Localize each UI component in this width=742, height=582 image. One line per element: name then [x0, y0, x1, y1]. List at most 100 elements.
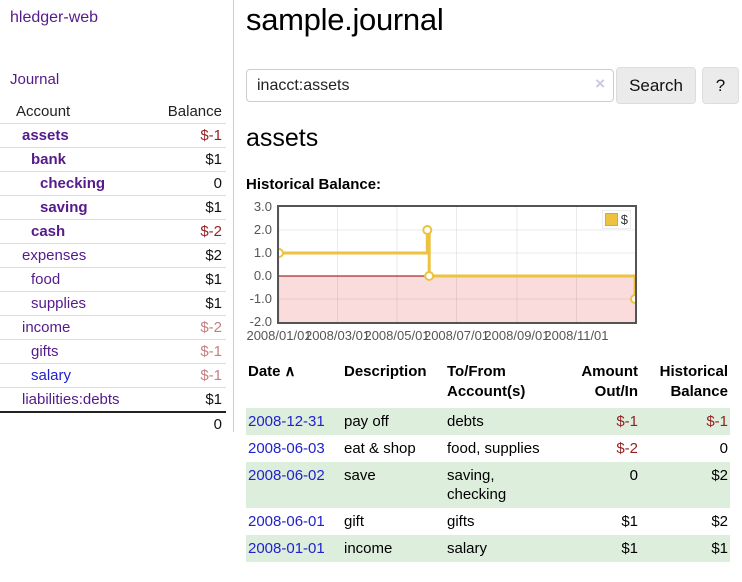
app-brand-link[interactable]: hledger-web: [10, 9, 98, 27]
account-balance: $-2: [140, 220, 226, 244]
account-link-salary[interactable]: salary: [31, 367, 71, 384]
x-axis-tick-label: 2008/11/01: [544, 328, 608, 343]
transaction-date-link[interactable]: 2008-06-01: [246, 513, 325, 530]
register-header-amount: Amount Out/In: [552, 358, 640, 408]
transaction-amount: $-2: [552, 435, 640, 462]
account-balance: 0: [140, 172, 226, 196]
transaction-balance: $2: [640, 508, 730, 535]
transaction-balance: $2: [640, 462, 730, 508]
register-header-date[interactable]: Date∧: [246, 358, 344, 408]
transaction-accounts: gifts: [447, 508, 552, 535]
transaction-date-link[interactable]: 2008-06-02: [246, 467, 325, 484]
transaction-date-link[interactable]: 2008-06-03: [246, 440, 325, 457]
account-row: income $-2: [0, 316, 226, 340]
transaction-accounts: food, supplies: [447, 435, 552, 462]
account-link-gifts[interactable]: gifts: [31, 343, 59, 360]
account-row: liabilities:debts $1: [0, 388, 226, 413]
register-row: 2008-12-31 pay off debts $-1 $-1: [246, 408, 730, 435]
accounts-table: Account Balance assets $-1 bank $1 check…: [0, 100, 226, 436]
transaction-amount: 0: [552, 462, 640, 508]
accounts-header-balance: Balance: [140, 100, 226, 124]
y-axis-tick-label: 1.0: [246, 246, 272, 260]
account-row: supplies $1: [0, 292, 226, 316]
accounts-header-account: Account: [0, 100, 140, 124]
search-form: ×: [246, 67, 614, 104]
transaction-amount: $1: [552, 508, 640, 535]
account-row: gifts $-1: [0, 340, 226, 364]
account-row: assets $-1: [0, 124, 226, 148]
account-balance: $2: [140, 244, 226, 268]
account-link-assets[interactable]: assets: [22, 127, 69, 144]
y-axis-tick-label: 2.0: [246, 223, 272, 237]
transaction-description: pay off: [344, 408, 447, 435]
x-axis-tick-label: 2008/05/01: [364, 328, 429, 343]
account-row: bank $1: [0, 148, 226, 172]
sort-asc-icon: ∧: [285, 363, 296, 380]
transaction-balance: 0: [640, 435, 730, 462]
account-balance: $-1: [140, 124, 226, 148]
account-link-expenses[interactable]: expenses: [22, 247, 86, 264]
transaction-amount: $-1: [552, 408, 640, 435]
transaction-description: gift: [344, 508, 447, 535]
register-row: 2008-06-01 gift gifts $1 $2: [246, 508, 730, 535]
account-balance: $1: [140, 148, 226, 172]
account-link-bank[interactable]: bank: [31, 151, 66, 168]
transaction-description: save: [344, 462, 447, 508]
x-axis-tick-label: 2008/09/01: [484, 328, 549, 343]
register-row: 2008-01-01 income salary $1 $1: [246, 535, 730, 562]
chart-legend: $: [602, 210, 631, 229]
x-axis-tick-label: 2008/01/01: [246, 328, 311, 343]
chart-title: Historical Balance:: [246, 176, 381, 193]
help-button[interactable]: ?: [702, 67, 739, 104]
account-link-liabilities-debts[interactable]: liabilities:debts: [22, 391, 120, 408]
account-row: salary $-1: [0, 364, 226, 388]
x-axis-tick-label: 2008/03/01: [305, 328, 370, 343]
account-balance: $1: [140, 388, 226, 413]
account-link-supplies[interactable]: supplies: [31, 295, 86, 312]
account-link-cash[interactable]: cash: [31, 223, 65, 240]
account-link-checking[interactable]: checking: [40, 175, 105, 192]
transaction-balance: $1: [640, 535, 730, 562]
account-link-food[interactable]: food: [31, 271, 60, 288]
page-title: sample.journal: [246, 2, 443, 38]
accounts-table-header: Account Balance: [0, 100, 226, 124]
transaction-date-link[interactable]: 2008-12-31: [246, 413, 325, 430]
account-link-saving[interactable]: saving: [40, 199, 88, 216]
legend-swatch: [605, 213, 618, 226]
transaction-description: eat & shop: [344, 435, 447, 462]
account-balance: $-2: [140, 316, 226, 340]
y-axis-tick-label: -2.0: [246, 315, 272, 329]
account-row: saving $1: [0, 196, 226, 220]
register-header-balance: Historical Balance: [640, 358, 730, 408]
transaction-accounts: salary: [447, 535, 552, 562]
transaction-accounts: saving, checking: [447, 462, 552, 508]
main-content: sample.journal × Search ? assets Histori…: [246, 0, 742, 582]
register-row: 2008-06-03 eat & shop food, supplies $-2…: [246, 435, 730, 462]
register-header-row: Date∧ Description To/From Account(s) Amo…: [246, 358, 730, 408]
account-link-income[interactable]: income: [22, 319, 70, 336]
legend-label: $: [621, 212, 628, 227]
clear-search-icon[interactable]: ×: [595, 75, 605, 92]
chart-plot-area: $: [277, 205, 637, 324]
transaction-date-link[interactable]: 2008-01-01: [246, 540, 325, 557]
account-balance: $1: [140, 292, 226, 316]
account-balance: $1: [140, 268, 226, 292]
chart-svg: [279, 207, 635, 322]
account-section-title: assets: [246, 124, 318, 153]
register-row: 2008-06-02 save saving, checking 0 $2: [246, 462, 730, 508]
balance-chart: $ 3.02.01.00.0-1.0-2.02008/01/012008/03/…: [246, 200, 742, 348]
y-axis-tick-label: 0.0: [246, 269, 272, 283]
accounts-total-row: 0: [0, 412, 226, 436]
x-axis-tick-label: 2008/07/01: [424, 328, 489, 343]
search-button[interactable]: Search: [616, 67, 696, 104]
transaction-description: income: [344, 535, 447, 562]
sidebar-item-journal[interactable]: Journal: [10, 71, 59, 88]
account-row: checking 0: [0, 172, 226, 196]
transaction-amount: $1: [552, 535, 640, 562]
account-row: expenses $2: [0, 244, 226, 268]
register-header-accounts: To/From Account(s): [447, 358, 552, 408]
account-balance: $1: [140, 196, 226, 220]
register-header-description: Description: [344, 358, 447, 408]
accounts-total-value: 0: [140, 412, 226, 436]
search-input[interactable]: [246, 69, 614, 102]
